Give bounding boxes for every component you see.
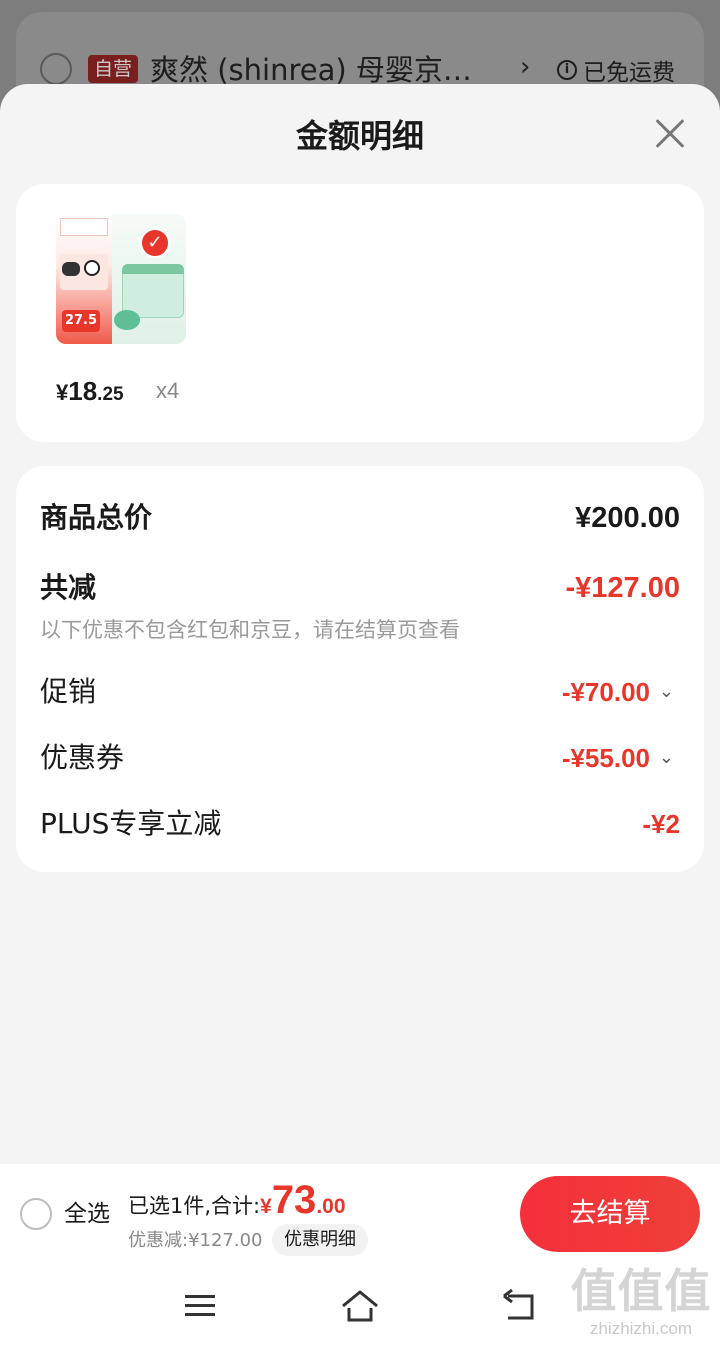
select-all-label[interactable]: 全选 <box>64 1196 110 1232</box>
product-thumbnail[interactable]: 27.5 ✓ <box>56 214 186 344</box>
total-reduction-label: 共减 <box>40 571 97 604</box>
thumbnail-price-chip: 27.5 <box>62 310 100 332</box>
shipping-label: 已免运费 <box>583 60 675 86</box>
chevron-down-icon[interactable]: ⌄ <box>659 738 674 778</box>
site-watermark: 值值值 zhizhizhi.com <box>570 1265 712 1338</box>
total-price-value: ¥200.00 <box>575 502 680 534</box>
coupon-label: 优惠券 <box>40 741 125 774</box>
select-all-radio[interactable] <box>20 1198 52 1230</box>
self-operated-badge: 自营 <box>88 55 139 83</box>
quantity: x4 <box>156 378 180 403</box>
total-amount: 73 <box>271 1178 317 1222</box>
saved-amount: 优惠减:¥127.00 <box>128 1230 263 1251</box>
total-price-label: 商品总价 <box>40 501 153 534</box>
reduction-note: 以下优惠不包含红包和京豆，请在结算页查看 <box>40 618 460 642</box>
back-icon[interactable] <box>500 1286 540 1326</box>
price-breakdown-card: 商品总价 ¥200.00 共减 -¥127.00 以下优惠不包含红包和京豆，请在… <box>16 466 704 872</box>
promotion-value[interactable]: -¥70.00 <box>562 672 650 712</box>
info-icon: i <box>557 60 577 80</box>
promotion-label: 促销 <box>40 675 97 708</box>
close-icon[interactable] <box>648 112 692 156</box>
plus-reduction-value: -¥2 <box>642 809 680 839</box>
product-card: 27.5 ✓ ¥ 18 .25 x4 <box>16 184 704 442</box>
checkout-bar: 全选 已选1件,合计: ¥ 73 .00 优惠减:¥127.00 优惠明细 去结… <box>0 1164 720 1264</box>
order-summary: 已选1件,合计: ¥ 73 .00 <box>128 1178 346 1222</box>
chevron-down-icon[interactable]: ⌄ <box>659 672 674 712</box>
chevron-right-icon: › <box>520 52 531 82</box>
total-reduction-value: -¥127.00 <box>565 572 681 604</box>
home-icon[interactable] <box>340 1286 380 1326</box>
sheet-title: 金额明细 <box>295 117 424 155</box>
checkout-button[interactable]: 去结算 <box>520 1176 700 1252</box>
menu-icon[interactable] <box>180 1286 220 1326</box>
unit-price: ¥ 18 .25 <box>56 376 124 406</box>
background-store-radio <box>40 53 72 85</box>
coupon-value[interactable]: -¥55.00 <box>562 738 650 778</box>
plus-reduction-label: PLUS专享立减 <box>40 807 222 840</box>
discount-detail-button[interactable]: 优惠明细 <box>272 1224 368 1256</box>
shipping-info: i 已免运费 <box>557 52 675 88</box>
amount-detail-sheet: 金额明细 27.5 ✓ ¥ 18 .25 x4 商品总价 ¥200.00 共减 … <box>0 84 720 1164</box>
check-icon: ✓ <box>140 228 170 258</box>
